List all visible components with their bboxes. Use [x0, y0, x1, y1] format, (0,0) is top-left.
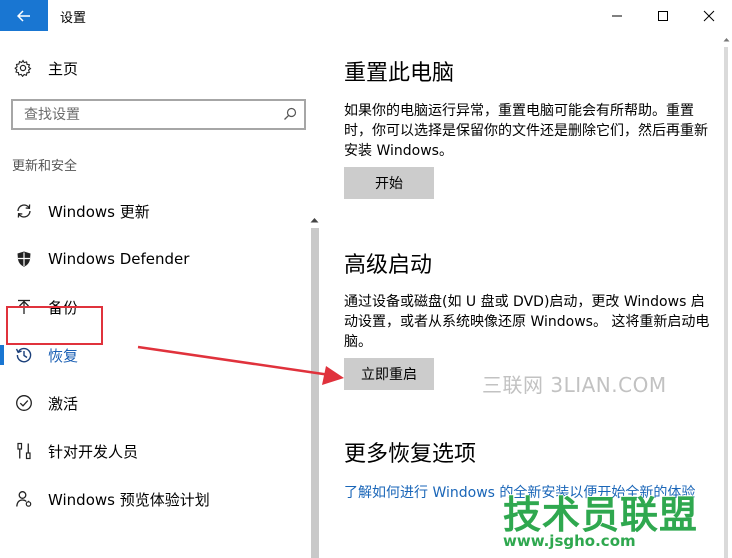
minimize-button[interactable] — [594, 0, 640, 31]
back-button[interactable] — [0, 0, 48, 31]
get-started-button[interactable]: 开始 — [344, 167, 434, 199]
checkmark-circle-icon — [14, 393, 34, 413]
close-button[interactable] — [686, 0, 732, 31]
maximize-icon — [658, 10, 668, 21]
home-label: 主页 — [48, 59, 79, 78]
advanced-startup-title: 高级启动 — [344, 253, 433, 278]
search-icon[interactable] — [282, 106, 298, 122]
sidebar-scroll-thumb[interactable] — [311, 228, 319, 558]
section-heading: 更新和安全 — [12, 159, 78, 174]
window-title: 设置 — [60, 11, 87, 26]
advanced-startup-description: 通过设备或磁盘(如 U 盘或 DVD)启动，更改 Windows 启动设置，或者… — [344, 294, 710, 350]
sidebar-item-label: Windows 更新 — [48, 202, 150, 221]
watermark-brand: 技术员联盟 — [503, 493, 699, 537]
sync-icon — [14, 201, 34, 221]
sidebar-item-activation[interactable]: 激活 — [0, 383, 308, 423]
sidebar-item-windows-defender[interactable]: Windows Defender — [0, 239, 308, 279]
search-input[interactable] — [13, 101, 284, 128]
sidebar-scrollbar[interactable] — [308, 214, 321, 558]
settings-window: 设置 主页 更新和安全 — [0, 0, 732, 558]
watermark-sanlian: 三联网 3LIAN.COM — [482, 373, 667, 397]
sidebar-item-label: Windows Defender — [48, 250, 190, 268]
developer-tools-icon — [14, 441, 34, 461]
reset-pc-description: 如果你的电脑运行异常，重置电脑可能会有所帮助。重置时，你可以选择是保留你的文件还… — [344, 103, 708, 159]
annotation-highlight-box — [6, 306, 103, 345]
content-scroll-thumb[interactable] — [724, 47, 728, 558]
sidebar-item-label: 激活 — [48, 394, 79, 413]
maximize-button[interactable] — [640, 0, 686, 31]
reset-pc-title: 重置此电脑 — [344, 61, 455, 86]
title-bar: 设置 — [0, 0, 732, 31]
insider-person-icon — [14, 489, 34, 509]
close-icon — [703, 10, 715, 21]
back-arrow-icon — [17, 9, 30, 22]
restart-now-button[interactable]: 立即重启 — [344, 358, 434, 390]
gear-icon — [12, 57, 34, 79]
sidebar: 主页 更新和安全 Windows 更新 — [0, 31, 322, 558]
sidebar-item-label: Windows 预览体验计划 — [48, 490, 210, 509]
shield-icon — [14, 249, 34, 269]
sidebar-item-windows-insider[interactable]: Windows 预览体验计划 — [0, 479, 308, 519]
history-icon — [14, 345, 34, 365]
sidebar-item-label: 针对开发人员 — [48, 442, 139, 461]
sidebar-item-home[interactable]: 主页 — [12, 57, 78, 79]
minimize-icon — [612, 15, 622, 16]
search-box[interactable] — [11, 99, 306, 130]
watermark-url: www.jsgho.com — [503, 532, 636, 550]
scroll-up-arrow-icon[interactable] — [720, 33, 732, 45]
sidebar-item-for-developers[interactable]: 针对开发人员 — [0, 431, 308, 471]
scroll-up-arrow-icon[interactable] — [308, 214, 321, 226]
sidebar-item-label: 恢复 — [48, 346, 79, 365]
content-scrollbar[interactable] — [720, 31, 732, 558]
active-indicator — [0, 345, 4, 365]
more-recovery-options-title: 更多恢复选项 — [344, 442, 477, 467]
main-content: 重置此电脑 如果你的电脑运行异常，重置电脑可能会有所帮助。重置时，你可以选择是保… — [322, 31, 720, 558]
sidebar-item-windows-update[interactable]: Windows 更新 — [0, 191, 308, 231]
